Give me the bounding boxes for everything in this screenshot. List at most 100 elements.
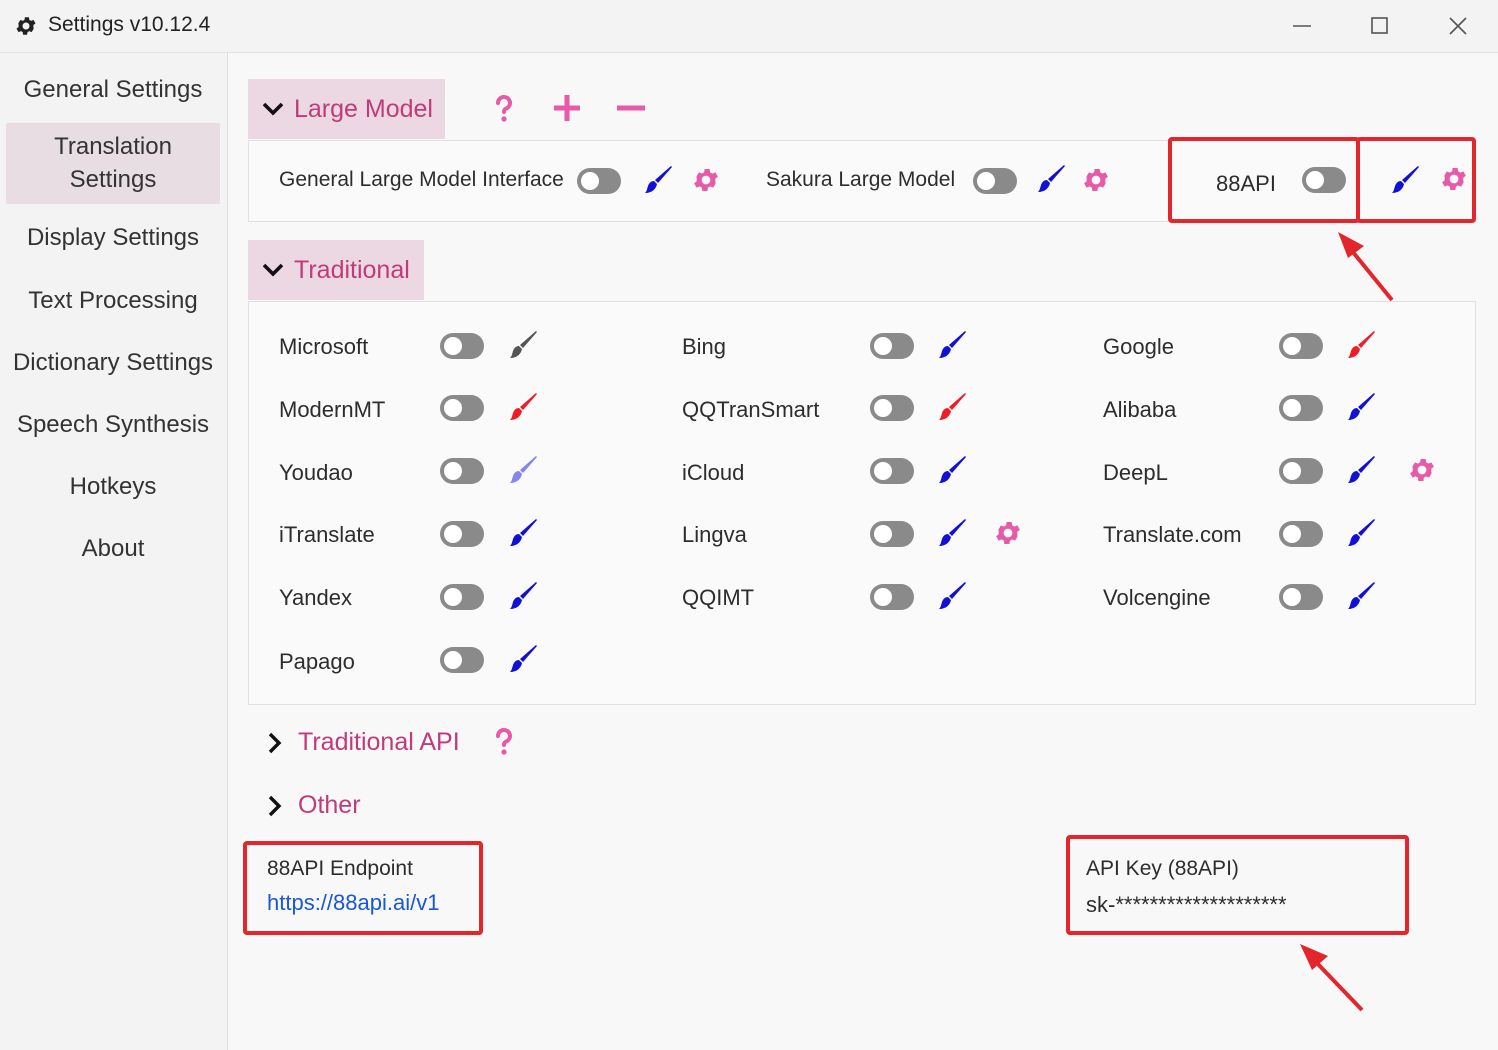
api-key-box [1066,835,1409,935]
engine-label-yandex: Yandex [279,585,352,610]
brush-icon[interactable] [1344,516,1378,550]
engine-label-alibaba: Alibaba [1103,397,1177,422]
close-icon[interactable] [1441,10,1475,42]
toggle-modernmt[interactable] [440,395,484,421]
large-model-title: Large Model [294,94,433,123]
engine-label-qqimt: QQIMT [682,585,755,610]
sidebar: General Settings Translation Settings Di… [0,53,228,1050]
brush-icon[interactable] [935,579,969,613]
title-bar: Settings v10.12.4 [0,0,1498,53]
brush-icon[interactable] [935,390,969,424]
question-icon[interactable] [487,91,521,125]
chevron-right-icon [268,732,282,753]
brush-icon[interactable] [1344,328,1378,362]
traditional-api-header[interactable]: Traditional API [262,728,460,757]
sidebar-item-about[interactable]: About [6,532,220,565]
toggle-papago[interactable] [440,647,484,673]
brush-icon[interactable] [506,453,540,487]
endpoint-box [243,841,483,935]
api-key-label: API Key (88API) [1086,857,1239,880]
sidebar-item-general-settings[interactable]: General Settings [6,73,220,106]
brush-icon[interactable] [935,516,969,550]
sidebar-item-display-settings[interactable]: Display Settings [6,221,220,254]
gear-icon[interactable] [993,518,1023,548]
sidebar-item-dictionary-settings[interactable]: Dictionary Settings [6,346,220,379]
toggle-icloud[interactable] [870,458,914,484]
toggle-qqimt[interactable] [870,584,914,610]
other-title: Other [298,791,361,819]
sidebar-item-speech-synthesis[interactable]: Speech Synthesis [6,408,220,441]
toggle-lingva[interactable] [870,521,914,547]
engine-label-deepl: DeepL [1103,460,1168,485]
sidebar-item-translation-settings[interactable]: Translation Settings [6,123,220,204]
brush-icon[interactable] [1344,390,1378,424]
sidebar-item-hotkeys[interactable]: Hotkeys [6,470,220,503]
chevron-down-icon [262,102,284,116]
endpoint-value[interactable]: https://88api.ai/v1 [267,890,439,916]
chevron-right-icon [268,795,282,816]
chevron-down-icon [262,263,284,277]
brush-icon[interactable] [506,516,540,550]
engine-label-modernmt: ModernMT [279,397,386,422]
large-model-header[interactable]: Large Model [248,79,445,139]
large-model-item-label: General Large Model Interface [279,168,564,191]
api-key-value[interactable]: sk-******************** [1086,892,1287,918]
toggle-yandex[interactable] [440,584,484,610]
engine-label-microsoft: Microsoft [279,334,369,359]
traditional-api-title: Traditional API [298,728,460,756]
engine-label-papago: Papago [279,649,355,674]
brush-icon[interactable] [506,390,540,424]
maximize-icon[interactable] [1362,10,1396,42]
toggle-itranslate[interactable] [440,521,484,547]
endpoint-label: 88API Endpoint [267,857,413,880]
brush-icon[interactable] [1344,579,1378,613]
window-title: Settings v10.12.4 [48,13,211,36]
engine-label-translate-com: Translate.com [1103,522,1242,547]
engine-label-itranslate: iTranslate [279,522,375,547]
brush-icon[interactable] [506,328,540,362]
engine-label-volcengine: Volcengine [1103,585,1211,610]
toggle-microsoft[interactable] [440,333,484,359]
gear-icon [14,14,38,38]
gear-icon[interactable] [1081,165,1111,195]
other-header[interactable]: Other [262,791,361,820]
toggle-translate-com[interactable] [1279,521,1323,547]
minus-icon[interactable] [614,91,648,125]
brush-icon[interactable] [506,642,540,676]
toggle-google[interactable] [1279,333,1323,359]
highlight-box-88api-actions [1356,137,1476,223]
toggle-sakura-large-model[interactable] [973,168,1017,194]
traditional-panel: Microsoft ModernMT Youdao iTranslate Yan… [248,301,1476,705]
brush-icon[interactable] [1344,453,1378,487]
gear-icon[interactable] [1407,455,1437,485]
brush-icon[interactable] [641,163,675,197]
toggle-qqtransmart[interactable] [870,395,914,421]
question-icon[interactable] [487,724,521,758]
toggle-volcengine[interactable] [1279,584,1323,610]
engine-label-google: Google [1103,334,1174,359]
arrow-icon [1300,944,1364,1012]
toggle-alibaba[interactable] [1279,395,1323,421]
toggle-youdao[interactable] [440,458,484,484]
traditional-title: Traditional [294,255,410,284]
toggle-general-large-model[interactable] [577,168,621,194]
brush-icon[interactable] [935,328,969,362]
highlight-box-88api [1168,137,1360,223]
engine-label-icloud: iCloud [682,460,745,485]
brush-icon[interactable] [506,579,540,613]
traditional-header[interactable]: Traditional [248,240,424,300]
minimize-icon[interactable] [1285,10,1319,42]
plus-icon[interactable] [550,91,584,125]
engine-label-lingva: Lingva [682,522,747,547]
toggle-bing[interactable] [870,333,914,359]
large-model-item-label: Sakura Large Model [766,168,956,191]
toggle-deepl[interactable] [1279,458,1323,484]
engine-label-bing: Bing [682,334,727,359]
gear-icon[interactable] [691,165,721,195]
brush-icon[interactable] [935,453,969,487]
engine-label-qqtransmart: QQTranSmart [682,397,820,422]
sidebar-item-text-processing[interactable]: Text Processing [6,284,220,317]
arrow-icon [1338,232,1394,302]
brush-icon[interactable] [1034,162,1068,196]
engine-label-youdao: Youdao [279,460,353,485]
